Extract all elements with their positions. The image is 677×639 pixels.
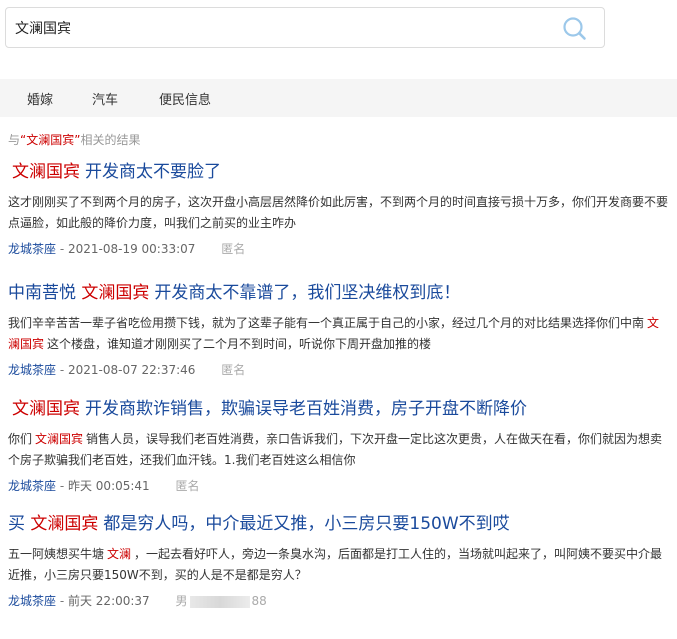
snippet-text: 这才刚刚买了不到两个月的房子，这次开盘小高层居然降价如此厉害，不到两个月的时间直… [8,195,669,230]
title-highlight: 文澜国宾 [12,399,80,419]
search-box [5,7,605,48]
result-title-link[interactable]: 中南菩悦 文澜国宾 开发商太不靠谱了，我们坚决维权到底！ [0,281,677,305]
post-time: 前天 22:00:37 [67,594,150,608]
title-text: 开发商太不要脸了 [85,162,221,182]
poster-name: 男 88 [176,594,267,608]
result-item: 中南菩悦 文澜国宾 开发商太不靠谱了，我们坚决维权到底！ 我们辛辛苦苦一辈子省吃俭… [0,281,677,397]
poster-name-prefix: 男 [175,594,188,608]
poster-name: 匿名 [175,479,200,493]
snippet-text: 五一阿姨想买牛塘 [8,547,105,561]
search-input[interactable] [15,17,535,39]
category-tabs: 婚嫁 汽车 便民信息 [0,79,677,117]
result-list: 文澜国宾 开发商太不要脸了 这才刚刚买了不到两个月的房子，这次开盘小高层居然降价如… [0,160,677,622]
title-highlight: 文澜国宾 [81,283,150,303]
title-highlight: 文澜国宾 [12,162,80,182]
snippet-text: 这个楼盘，谁知道才刚刚买了二个月不到时间，听说你下周开盘加推的楼 [47,337,432,351]
poster-name-suffix: 88 [251,594,267,608]
author-link[interactable]: 龙城茶座 [8,594,56,608]
result-title-link[interactable]: 文澜国宾 开发商太不要脸了 [0,160,677,184]
post-time: 昨天 00:05:41 [67,479,150,493]
result-snippet: 我们辛辛苦苦一辈子省吃俭用攒下钱，就为了这辈子能有一个真正属于自己的小家，经过几… [0,313,670,355]
result-item: 买 文澜国宾 都是穷人吗，中介最近又推，小三房只要150W不到哎 五一阿姨想买牛塘… [0,512,677,622]
author-link[interactable]: 龙城茶座 [8,242,56,256]
result-snippet: 五一阿姨想买牛塘 文澜 ，一起去看好吓人，旁边一条臭水沟，后面都是打工人住的，当场就… [0,544,670,586]
summary-query: “文澜国宾” [20,133,81,147]
result-title-link[interactable]: 买 文澜国宾 都是穷人吗，中介最近又推，小三房只要150W不到哎 [0,512,677,536]
author-link[interactable]: 龙城茶座 [8,363,56,377]
poster-name: 匿名 [221,363,246,377]
tab-services[interactable]: 便民信息 [159,89,211,108]
result-snippet: 这才刚刚买了不到两个月的房子，这次开盘小高层居然降价如此厉害，不到两个月的时间直… [0,192,670,234]
title-prefix: 买 [8,514,25,534]
title-text: 开发商太不靠谱了，我们坚决维权到底！ [154,283,461,303]
post-time: 2021-08-07 22:37:46 [67,363,196,377]
title-highlight: 文澜国宾 [30,514,99,534]
result-snippet: 你们 文澜国宾 销售人员，误导我们老百姓消费，亲口告诉我们，下次开盘一定比这次更贵，… [0,429,670,471]
snippet-text: 你们 [8,432,33,446]
snippet-text: 我们辛辛苦苦一辈子省吃俭用攒下钱，就为了这辈子能有一个真正属于自己的小家，经过几… [8,316,645,330]
redacted-name [189,595,250,608]
result-item: 文澜国宾 开发商欺诈销售，欺骗误导老百姓消费，房子开盘不断降价 你们 文澜国宾 销售人… [0,397,677,512]
result-summary: 与“文澜国宾”相关的结果 [8,131,140,148]
snippet-highlight: 文澜 [107,547,132,561]
result-item: 文澜国宾 开发商太不要脸了 这才刚刚买了不到两个月的房子，这次开盘小高层居然降价如… [0,160,677,281]
result-meta: 龙城茶座 - 昨天 00:05:41 匿名 [8,479,200,493]
title-text: 都是穷人吗，中介最近又推，小三房只要150W不到哎 [103,514,510,534]
summary-prefix: 与 [8,133,21,147]
post-time: 2021-08-19 00:33:07 [67,242,196,256]
result-meta: 龙城茶座 - 2021-08-19 00:33:07 匿名 [8,242,246,256]
poster-name: 匿名 [221,242,246,256]
search-icon[interactable] [562,16,588,42]
tab-wedding[interactable]: 婚嫁 [27,89,53,108]
author-link[interactable]: 龙城茶座 [8,479,56,493]
summary-suffix: 相关的结果 [80,133,141,147]
result-title-link[interactable]: 文澜国宾 开发商欺诈销售，欺骗误导老百姓消费，房子开盘不断降价 [0,397,677,421]
tab-car[interactable]: 汽车 [92,89,118,108]
result-meta: 龙城茶座 - 前天 22:00:37 男 88 [8,594,267,608]
result-meta: 龙城茶座 - 2021-08-07 22:37:46 匿名 [8,363,246,377]
title-text: 开发商欺诈销售，欺骗误导老百姓消费，房子开盘不断降价 [85,399,527,419]
snippet-highlight: 文澜国宾 [35,432,84,446]
snippet-text: 销售人员，误导我们老百姓消费，亲口告诉我们，下次开盘一定比这次更贵，人在做天在看… [8,432,663,467]
title-prefix: 中南菩悦 [8,283,76,303]
